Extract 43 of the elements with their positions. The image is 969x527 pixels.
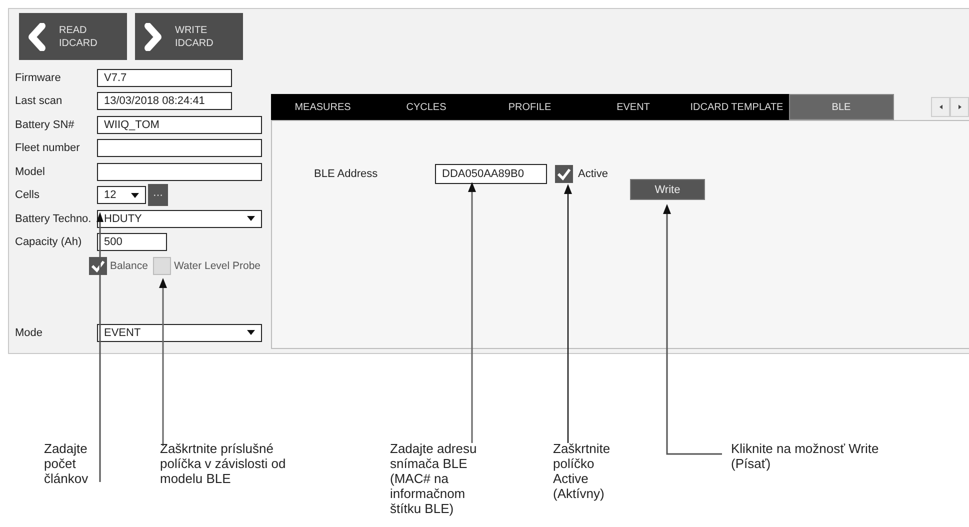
field-label: Mode [15, 326, 44, 339]
field-label: Fleet number [15, 142, 81, 154]
write-button[interactable]: Write [630, 179, 705, 200]
field-label: Model [15, 166, 46, 178]
field-label: Battery SN# [15, 118, 76, 131]
field-label: Last scan [15, 95, 64, 108]
dropdown[interactable]: HDUTY [97, 210, 262, 228]
callout-text: Kliknite na možnosť Write (Písať) [731, 441, 880, 471]
callout-text: Zadajte počet článkov [44, 441, 90, 486]
field-label: Battery Techno. [15, 212, 92, 225]
caret-icon [247, 330, 255, 336]
dropdown[interactable]: 12 [97, 186, 146, 204]
chevron-right-icon [143, 22, 163, 50]
text-field[interactable] [97, 139, 262, 158]
field-label: Cells [15, 189, 40, 202]
checkbox-label: Water Level Probe [174, 260, 261, 272]
caret-icon [131, 192, 139, 198]
callout-text: Zaškrtnite príslušné políčka v závislosti od modelu BLE [160, 441, 287, 486]
text-field[interactable]: V7.7 [97, 68, 232, 87]
text-field[interactable]: WIIQ_TOM [97, 116, 262, 134]
text-field[interactable]: DDA050AA89B0 [435, 164, 547, 184]
idcard-button[interactable]: READ IDCARD [19, 13, 127, 60]
right-arrow-icon [956, 104, 962, 110]
dropdown[interactable]: EVENT [97, 324, 262, 342]
checkbox[interactable] [555, 165, 573, 183]
checkbox[interactable] [89, 257, 107, 275]
text-field[interactable]: 13/03/2018 08:24:41 [97, 92, 232, 110]
chevron-left-icon [27, 22, 47, 50]
checkbox-label: Active [578, 167, 608, 182]
callout-text: Zaškrtnite políčko Active (Aktívny) [553, 441, 612, 501]
field-label: Capacity (Ah) [15, 236, 83, 248]
field-label: Firmware [15, 72, 62, 84]
text-field[interactable]: 500 [97, 233, 167, 252]
checkbox-label: Balance [110, 260, 148, 272]
checkbox[interactable] [152, 257, 171, 275]
left-arrow-icon [938, 104, 944, 110]
field-label: BLE Address [314, 167, 379, 182]
callout-text: Zadajte adresu snímača BLE (MAC# na informačnom štítku BLE) [390, 441, 478, 516]
idcard-button[interactable]: WRITE IDCARD [135, 13, 243, 60]
tab[interactable]: BLE [788, 94, 894, 120]
text-field[interactable] [97, 162, 262, 181]
caret-icon [247, 216, 255, 222]
more-button[interactable]: ··· [148, 184, 168, 206]
